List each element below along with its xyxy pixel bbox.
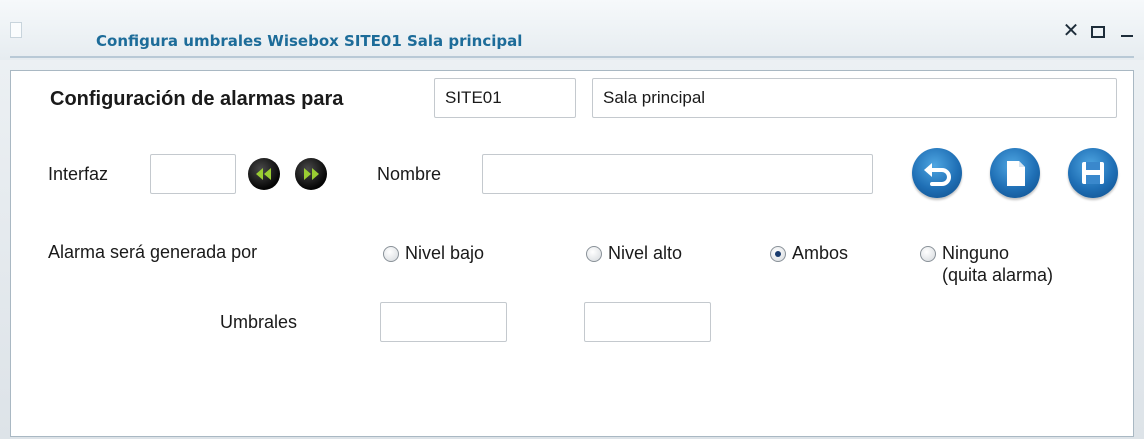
name-field[interactable]: [482, 154, 873, 194]
title-bar[interactable]: Configura umbrales Wisebox SITE01 Sala p…: [0, 0, 1144, 60]
site-field[interactable]: [434, 78, 576, 118]
minimize-icon[interactable]: [1118, 22, 1136, 40]
radio-label: Nivel bajo: [405, 243, 485, 263]
config-label: Configuración de alarmas para: [50, 88, 344, 110]
radio-option-nivel-alto[interactable]: Nivel alto: [586, 242, 682, 264]
radio-label-line1: Ninguno: [942, 243, 1010, 263]
dialog-window: Configura umbrales Wisebox SITE01 Sala p…: [0, 0, 1144, 439]
radio-button-selected[interactable]: [770, 246, 786, 262]
radio-label: Ambos: [792, 243, 849, 263]
name-label: Nombre: [377, 164, 442, 184]
threshold-high-field[interactable]: [584, 302, 711, 342]
fast-forward-icon[interactable]: [295, 158, 327, 190]
radio-label-line2: (quita alarma): [942, 265, 1054, 285]
undo-icon[interactable]: [912, 148, 962, 198]
save-icon[interactable]: [1068, 148, 1118, 198]
radio-option-ambos[interactable]: Ambos: [770, 242, 848, 264]
radio-option-nivel-bajo[interactable]: Nivel bajo: [383, 242, 484, 264]
window-title: Configura umbrales Wisebox SITE01 Sala p…: [96, 32, 523, 50]
thresholds-label: Umbrales: [220, 312, 298, 332]
room-field[interactable]: [592, 78, 1117, 118]
close-icon[interactable]: ✕: [1062, 21, 1080, 41]
radio-label: Nivel alto: [608, 243, 683, 263]
window-icon: [10, 22, 22, 38]
form-panel: Configuración de alarmas para Interfaz N…: [10, 70, 1134, 437]
new-document-icon[interactable]: [990, 148, 1040, 198]
radio-option-ninguno[interactable]: Ninguno (quita alarma): [920, 242, 1053, 286]
threshold-low-field[interactable]: [380, 302, 507, 342]
interface-field[interactable]: [150, 154, 236, 194]
radio-button[interactable]: [383, 246, 399, 262]
radio-button[interactable]: [586, 246, 602, 262]
rewind-icon[interactable]: [248, 158, 280, 190]
title-underline: [10, 56, 1134, 58]
radio-label: Ninguno (quita alarma): [942, 242, 1053, 286]
radio-button[interactable]: [920, 246, 936, 262]
maximize-icon[interactable]: [1089, 22, 1107, 40]
interface-label: Interfaz: [48, 164, 109, 184]
alarm-label: Alarma será generada por: [48, 242, 258, 262]
